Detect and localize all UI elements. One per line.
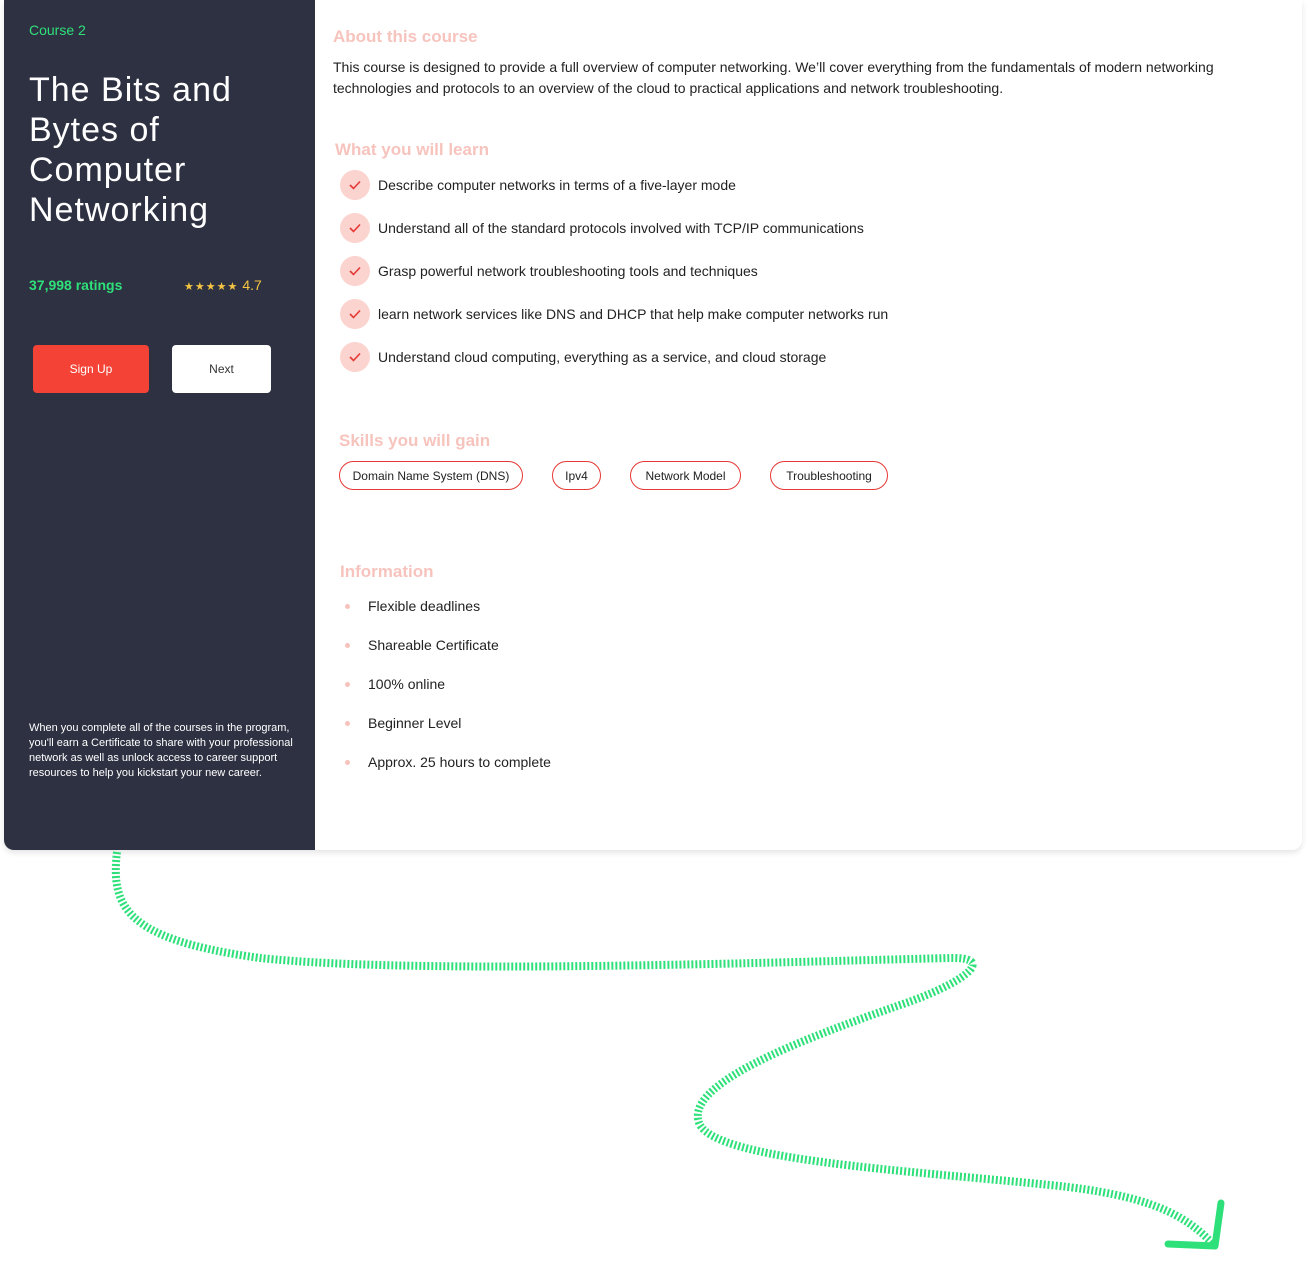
dashed-arrow-icon [111,851,1225,1250]
